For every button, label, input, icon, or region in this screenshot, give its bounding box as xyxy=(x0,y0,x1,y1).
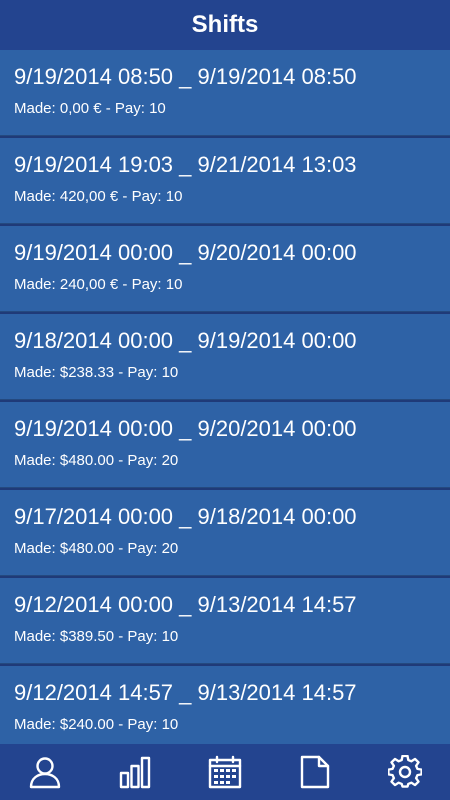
bottom-navigation xyxy=(0,744,450,800)
shift-list-item[interactable]: 9/19/2014 00:00 _ 9/20/2014 00:00 Made: … xyxy=(0,226,450,312)
document-icon xyxy=(300,755,330,789)
shift-list-item[interactable]: 9/19/2014 08:50 _ 9/19/2014 08:50 Made: … xyxy=(0,50,450,136)
shift-date-range: 9/12/2014 14:57 _ 9/13/2014 14:57 xyxy=(14,680,357,705)
top-bar: Shifts xyxy=(0,0,450,50)
calendar-icon xyxy=(208,755,242,789)
shift-list-item[interactable]: 9/19/2014 19:03 _ 9/21/2014 13:03 Made: … xyxy=(0,138,450,224)
shift-list[interactable]: 9/19/2014 08:50 _ 9/19/2014 08:50 Made: … xyxy=(0,50,450,744)
shift-earnings: Made: $240.00 - Pay: 10 xyxy=(14,716,179,733)
nav-document-button[interactable] xyxy=(285,744,345,800)
shift-date-range: 9/19/2014 00:00 _ 9/20/2014 00:00 xyxy=(14,240,357,265)
shift-date-range: 9/12/2014 00:00 _ 9/13/2014 14:57 xyxy=(14,592,357,617)
page-title: Shifts xyxy=(191,11,259,38)
shift-earnings: Made: 240,00 € - Pay: 10 xyxy=(14,276,183,293)
bar-chart-icon xyxy=(119,756,151,789)
shift-list-item[interactable]: 9/19/2014 00:00 _ 9/20/2014 00:00 Made: … xyxy=(0,402,450,488)
nav-calendar-button[interactable] xyxy=(195,744,255,800)
gear-icon xyxy=(388,755,422,788)
shift-earnings: Made: 0,00 € - Pay: 10 xyxy=(14,100,166,117)
shift-earnings: Made: $389.50 - Pay: 10 xyxy=(14,628,179,645)
nav-settings-button[interactable] xyxy=(375,744,435,800)
shift-date-range: 9/19/2014 00:00 _ 9/20/2014 00:00 xyxy=(14,416,357,441)
shift-list-item[interactable]: 9/12/2014 00:00 _ 9/13/2014 14:57 Made: … xyxy=(0,578,450,664)
shift-earnings: Made: $238.33 - Pay: 10 xyxy=(14,364,179,381)
nav-stats-button[interactable] xyxy=(105,744,165,800)
shift-date-range: 9/17/2014 00:00 _ 9/18/2014 00:00 xyxy=(14,504,357,529)
person-icon xyxy=(29,757,61,789)
shift-earnings: Made: $480.00 - Pay: 20 xyxy=(14,452,179,469)
shift-date-range: 9/18/2014 00:00 _ 9/19/2014 00:00 xyxy=(14,328,357,353)
shift-list-item[interactable]: 9/12/2014 14:57 _ 9/13/2014 14:57 Made: … xyxy=(0,666,450,744)
nav-profile-button[interactable] xyxy=(15,744,75,800)
shift-date-range: 9/19/2014 19:03 _ 9/21/2014 13:03 xyxy=(14,152,357,177)
shift-list-item[interactable]: 9/17/2014 00:00 _ 9/18/2014 00:00 Made: … xyxy=(0,490,450,576)
shift-date-range: 9/19/2014 08:50 _ 9/19/2014 08:50 xyxy=(14,64,357,89)
shift-earnings: Made: 420,00 € - Pay: 10 xyxy=(14,188,183,205)
shift-earnings: Made: $480.00 - Pay: 20 xyxy=(14,540,179,557)
shift-list-item[interactable]: 9/18/2014 00:00 _ 9/19/2014 00:00 Made: … xyxy=(0,314,450,400)
